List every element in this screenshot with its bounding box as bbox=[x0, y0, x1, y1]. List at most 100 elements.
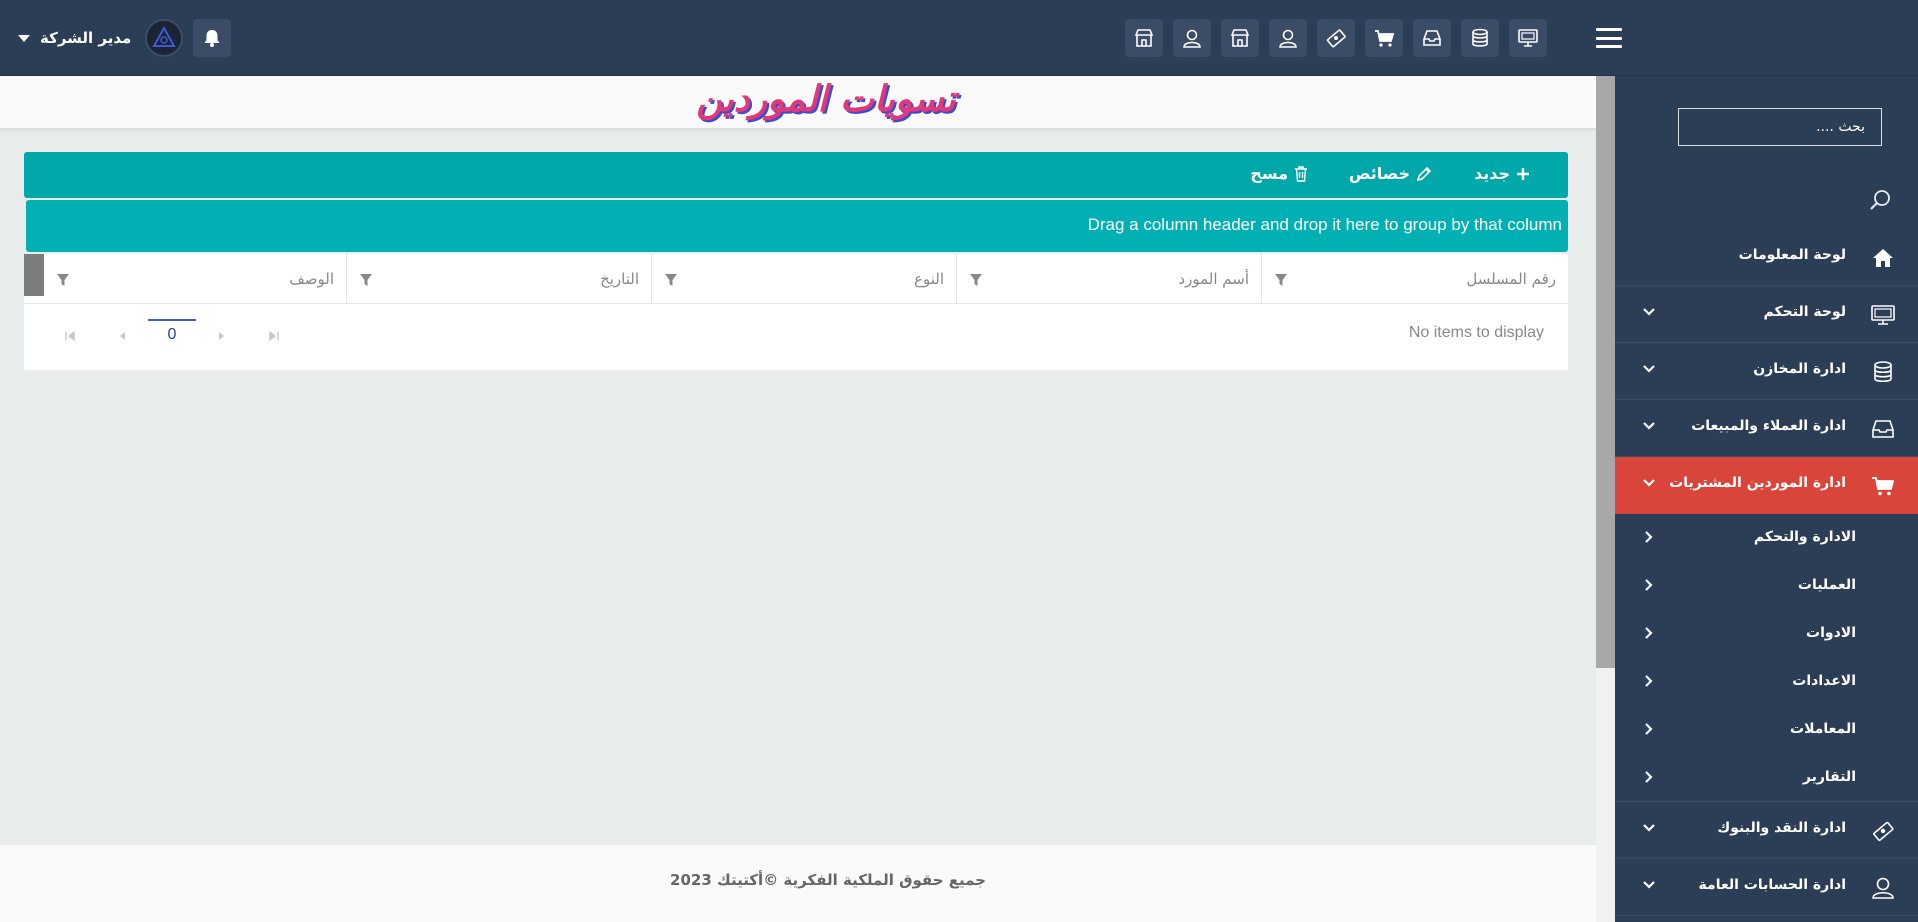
column-header-supplier[interactable]: أسم المورد bbox=[956, 254, 1261, 304]
column-header-description[interactable]: الوصف bbox=[44, 254, 346, 304]
store-icon[interactable] bbox=[1125, 19, 1163, 57]
menu-toggle-button[interactable] bbox=[1596, 28, 1622, 48]
filter-icon[interactable] bbox=[969, 273, 983, 287]
sidebar-item-control-panel[interactable]: لوحة التحكم bbox=[1615, 286, 1918, 343]
sidebar-item-label: ادارة الموردين المشتريات bbox=[1669, 475, 1846, 491]
submenu-item-settings[interactable]: الاعدادات bbox=[1615, 658, 1918, 706]
grid-toolbar: جديد خصائص مسح bbox=[24, 152, 1568, 198]
user-name[interactable]: مدير الشركة bbox=[40, 29, 131, 47]
sidebar-item-label: ادارة النقد والبنوك bbox=[1717, 820, 1846, 836]
submenu-item-label: التقارير bbox=[1802, 769, 1856, 785]
page-title: تسويات الموردين bbox=[696, 78, 956, 120]
properties-button[interactable]: خصائص bbox=[1349, 164, 1432, 183]
search-icon[interactable] bbox=[1868, 188, 1892, 212]
submenu-item-management[interactable]: الادارة والتحكم bbox=[1615, 514, 1918, 562]
delete-button-label: مسح bbox=[1250, 164, 1288, 183]
delete-button[interactable]: مسح bbox=[1250, 164, 1308, 183]
sidebar-item-general-accounts[interactable]: ادارة الحسابات العامة bbox=[1615, 859, 1918, 916]
main-scrollbar[interactable] bbox=[1596, 76, 1615, 922]
grid-body: No items to display 0 bbox=[24, 305, 1568, 370]
submenu-item-label: الادارة والتحكم bbox=[1753, 529, 1856, 545]
column-header-type[interactable]: النوع bbox=[651, 254, 956, 304]
logo-icon bbox=[152, 25, 177, 47]
column-label: الوصف bbox=[289, 270, 334, 288]
sidebar-item-label: ادارة الحسابات العامة bbox=[1698, 877, 1846, 893]
next-page-button[interactable] bbox=[196, 321, 248, 351]
chevron-right-icon bbox=[1645, 723, 1653, 735]
column-header-date[interactable]: التاريخ bbox=[346, 254, 651, 304]
desktop-icon[interactable] bbox=[1509, 19, 1547, 57]
bell-icon bbox=[204, 30, 220, 47]
chevron-down-icon bbox=[1643, 365, 1655, 373]
cart-icon[interactable] bbox=[1365, 19, 1403, 57]
scrollbar-thumb[interactable] bbox=[1596, 76, 1615, 668]
sidebar-item-customers-sales[interactable]: ادارة العملاء والمبيعات bbox=[1615, 400, 1918, 457]
last-page-icon bbox=[269, 331, 279, 341]
filter-icon[interactable] bbox=[359, 273, 373, 287]
chevron-down-icon bbox=[1643, 881, 1655, 889]
submenu-item-reports[interactable]: التقارير bbox=[1615, 754, 1918, 802]
new-button[interactable]: جديد bbox=[1474, 164, 1530, 183]
submenu-item-operations[interactable]: العمليات bbox=[1615, 562, 1918, 610]
sidebar-item-suppliers-purchases[interactable]: ادارة الموردين المشتريات bbox=[1615, 457, 1918, 514]
database-icon bbox=[1870, 359, 1896, 385]
chevron-right-icon bbox=[1645, 531, 1653, 543]
inbox-icon[interactable] bbox=[1413, 19, 1451, 57]
footer: جميع حقوق الملكية الفكرية ©أكتيتك 2023 bbox=[0, 845, 1596, 922]
new-button-label: جديد bbox=[1473, 164, 1510, 183]
chevron-down-icon bbox=[1643, 308, 1655, 316]
notifications-button[interactable] bbox=[193, 19, 232, 57]
chevron-down-icon bbox=[1643, 422, 1655, 430]
sidebar: لوحة المعلومات لوحة التحكم ادارة المخازن… bbox=[1615, 76, 1918, 922]
data-grid: رقم المسلسل أسم المورد النوع التاريخ الو… bbox=[24, 254, 1568, 370]
grid-header: رقم المسلسل أسم المورد النوع التاريخ الو… bbox=[24, 254, 1568, 304]
sidebar-item-warehouses[interactable]: ادارة المخازن bbox=[1615, 343, 1918, 400]
avatar[interactable] bbox=[145, 19, 184, 57]
cart-icon bbox=[1870, 473, 1896, 499]
chevron-right-icon bbox=[1645, 627, 1653, 639]
first-page-button[interactable] bbox=[44, 321, 96, 351]
last-page-button[interactable] bbox=[248, 321, 300, 351]
search-input[interactable] bbox=[1678, 108, 1882, 146]
submenu-item-tools[interactable]: الادوات bbox=[1615, 610, 1918, 658]
filter-icon[interactable] bbox=[664, 273, 678, 287]
column-label: أسم المورد bbox=[1178, 270, 1249, 288]
next-page-icon bbox=[219, 332, 224, 340]
sidebar-item-cash-banks[interactable]: ادارة النقد والبنوك bbox=[1615, 802, 1918, 859]
desktop-icon bbox=[1870, 302, 1896, 328]
user-icon[interactable] bbox=[1173, 19, 1211, 57]
store-icon[interactable] bbox=[1221, 19, 1259, 57]
chevron-right-icon bbox=[1645, 579, 1653, 591]
group-panel-text: Drag a column header and drop it here to… bbox=[1087, 215, 1562, 234]
user-menu[interactable]: مدير الشركة bbox=[18, 19, 232, 57]
sidebar-menu: لوحة المعلومات لوحة التحكم ادارة المخازن… bbox=[1615, 229, 1918, 916]
filter-icon[interactable] bbox=[56, 273, 70, 287]
grid-drag-handle[interactable] bbox=[24, 254, 44, 296]
page-header: تسويات الموردين bbox=[0, 76, 1596, 128]
money-icon bbox=[1870, 818, 1896, 844]
submenu-item-label: الاعدادات bbox=[1792, 673, 1856, 689]
money-icon[interactable] bbox=[1317, 19, 1355, 57]
prev-page-button[interactable] bbox=[96, 321, 148, 351]
empty-message: No items to display bbox=[1408, 324, 1544, 341]
group-by-panel[interactable]: Drag a column header and drop it here to… bbox=[26, 200, 1568, 252]
main-content: تسويات الموردين جديد خصائص مسح Drag a co… bbox=[0, 76, 1596, 922]
database-icon[interactable] bbox=[1461, 19, 1499, 57]
column-header-serial[interactable]: رقم المسلسل bbox=[1261, 254, 1568, 304]
pencil-icon bbox=[1416, 166, 1432, 181]
prev-page-icon bbox=[120, 332, 125, 340]
top-navbar: مدير الشركة bbox=[0, 0, 1918, 76]
chevron-right-icon bbox=[1645, 771, 1653, 783]
sidebar-item-dashboard[interactable]: لوحة المعلومات bbox=[1615, 229, 1918, 286]
submenu-item-transactions[interactable]: المعاملات bbox=[1615, 706, 1918, 754]
quick-access-bar bbox=[1125, 19, 1547, 57]
user-icon[interactable] bbox=[1269, 19, 1307, 57]
properties-button-label: خصائص bbox=[1348, 164, 1410, 183]
pager: 0 bbox=[44, 319, 300, 351]
filter-icon[interactable] bbox=[1274, 273, 1288, 287]
sidebar-item-label: لوحة المعلومات bbox=[1738, 247, 1846, 263]
inbox-icon bbox=[1870, 416, 1896, 442]
caret-down-icon[interactable] bbox=[18, 34, 30, 42]
submenu-item-label: العمليات bbox=[1797, 577, 1856, 593]
current-page-number[interactable]: 0 bbox=[148, 319, 196, 349]
